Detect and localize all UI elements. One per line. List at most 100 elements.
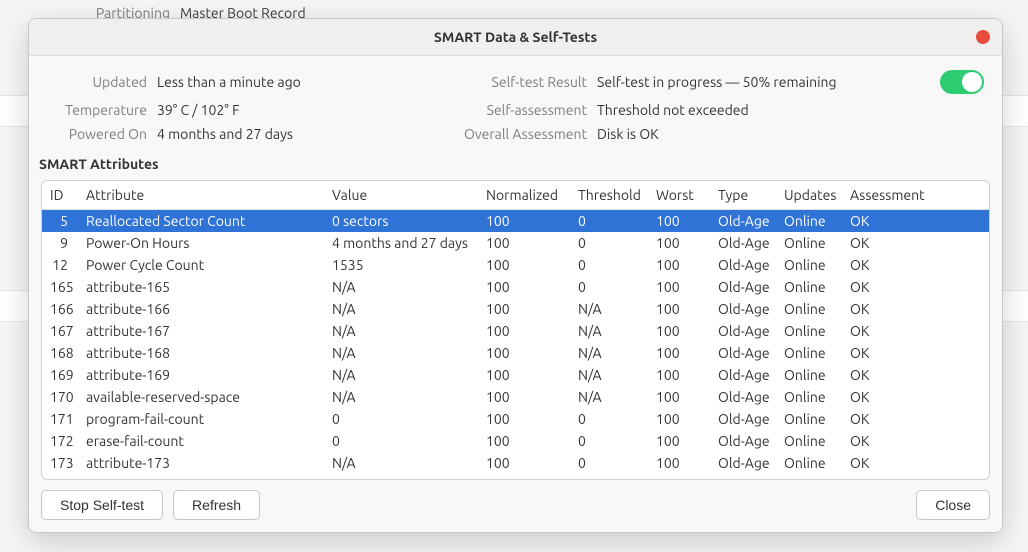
table-row[interactable]: 173attribute-173N/A1000100Old-AgeOnlineO… [42, 452, 989, 474]
cell-worst: 100 [648, 452, 710, 474]
cell-attribute: attribute-167 [78, 320, 324, 342]
cell-type: Old-Age [710, 298, 776, 320]
cell-assessment: OK [842, 232, 989, 254]
cell-attribute: Reallocated Sector Count [78, 210, 324, 233]
cell-worst: 100 [648, 298, 710, 320]
cell-id: 168 [42, 342, 78, 364]
cell-updates: Online [776, 342, 842, 364]
col-updates[interactable]: Updates [776, 181, 842, 210]
cell-attribute: attribute-168 [78, 342, 324, 364]
cell-assessment: OK [842, 210, 989, 233]
cell-attribute: Power Cycle Count [78, 254, 324, 276]
table-row[interactable]: 5Reallocated Sector Count0 sectors100010… [42, 210, 989, 233]
cell-updates: Online [776, 386, 842, 408]
cell-value: N/A [324, 320, 478, 342]
overall-assessment-label: Overall Assessment [447, 126, 587, 142]
cell-value: 4 months and 27 days [324, 232, 478, 254]
col-worst[interactable]: Worst [648, 181, 710, 210]
self-test-result-label: Self-test Result [447, 74, 587, 90]
cell-assessment: OK [842, 386, 989, 408]
cell-normalized: 100 [478, 320, 570, 342]
cell-updates: Online [776, 254, 842, 276]
info-grid: Updated Less than a minute ago Self-test… [29, 56, 1002, 150]
cell-value: N/A [324, 342, 478, 364]
cell-id: 172 [42, 430, 78, 452]
cell-normalized: 100 [478, 342, 570, 364]
cell-updates: Online [776, 430, 842, 452]
cell-worst: 100 [648, 342, 710, 364]
cell-threshold: N/A [570, 320, 648, 342]
cell-attribute: attribute-173 [78, 452, 324, 474]
table-row[interactable]: 9Power-On Hours4 months and 27 days10001… [42, 232, 989, 254]
cell-type: Old-Age [710, 210, 776, 233]
close-button[interactable]: Close [916, 490, 990, 520]
table-row[interactable]: 167attribute-167N/A100N/A100Old-AgeOnlin… [42, 320, 989, 342]
attributes-table-scroll[interactable]: ID Attribute Value Normalized Threshold … [42, 181, 989, 479]
table-row[interactable]: 170available-reserved-spaceN/A100N/A100O… [42, 386, 989, 408]
col-normalized[interactable]: Normalized [478, 181, 570, 210]
cell-normalized: 100 [478, 232, 570, 254]
cell-threshold: N/A [570, 298, 648, 320]
stop-self-test-button[interactable]: Stop Self-test [41, 490, 163, 520]
cell-threshold: 0 [570, 232, 648, 254]
cell-assessment: OK [842, 364, 989, 386]
col-attribute[interactable]: Attribute [78, 181, 324, 210]
cell-worst: 100 [648, 408, 710, 430]
cell-id: 12 [42, 254, 78, 276]
table-row[interactable]: 12Power Cycle Count15351000100Old-AgeOnl… [42, 254, 989, 276]
col-id[interactable]: ID [42, 181, 78, 210]
cell-updates: Online [776, 210, 842, 233]
cell-updates: Online [776, 298, 842, 320]
cell-value: N/A [324, 452, 478, 474]
cell-attribute: attribute-169 [78, 364, 324, 386]
cell-assessment: OK [842, 430, 989, 452]
cell-worst: 100 [648, 276, 710, 298]
dialog-footer: Stop Self-test Refresh Close [29, 480, 1002, 532]
powered-on-label: Powered On [47, 126, 147, 142]
cell-assessment: OK [842, 276, 989, 298]
titlebar: SMART Data & Self-Tests [29, 19, 1002, 56]
table-row[interactable]: 165attribute-165N/A1000100Old-AgeOnlineO… [42, 276, 989, 298]
attributes-header-row: ID Attribute Value Normalized Threshold … [42, 181, 989, 210]
cell-assessment: OK [842, 320, 989, 342]
attributes-table-wrap: ID Attribute Value Normalized Threshold … [41, 180, 990, 480]
cell-normalized: 100 [478, 408, 570, 430]
updated-label: Updated [47, 74, 147, 90]
cell-normalized: 100 [478, 298, 570, 320]
cell-threshold: 0 [570, 430, 648, 452]
cell-worst: 100 [648, 254, 710, 276]
col-threshold[interactable]: Threshold [570, 181, 648, 210]
cell-value: 0 [324, 430, 478, 452]
cell-threshold: 0 [570, 276, 648, 298]
smart-dialog: SMART Data & Self-Tests Updated Less tha… [28, 18, 1003, 533]
cell-worst: 100 [648, 430, 710, 452]
cell-updates: Online [776, 408, 842, 430]
col-type[interactable]: Type [710, 181, 776, 210]
cell-threshold: 0 [570, 452, 648, 474]
cell-assessment: OK [842, 452, 989, 474]
close-icon[interactable] [976, 30, 990, 44]
cell-normalized: 100 [478, 276, 570, 298]
cell-attribute: erase-fail-count [78, 430, 324, 452]
table-row[interactable]: 169attribute-169N/A100N/A100Old-AgeOnlin… [42, 364, 989, 386]
cell-threshold: N/A [570, 364, 648, 386]
smart-toggle[interactable] [940, 70, 984, 94]
cell-value: N/A [324, 298, 478, 320]
cell-id: 170 [42, 386, 78, 408]
cell-value: 1535 [324, 254, 478, 276]
cell-updates: Online [776, 232, 842, 254]
overall-assessment-value: Disk is OK [597, 126, 904, 142]
cell-type: Old-Age [710, 342, 776, 364]
table-row[interactable]: 166attribute-166N/A100N/A100Old-AgeOnlin… [42, 298, 989, 320]
cell-assessment: OK [842, 298, 989, 320]
cell-threshold: N/A [570, 342, 648, 364]
col-assessment[interactable]: Assessment [842, 181, 989, 210]
table-row[interactable]: 172erase-fail-count01000100Old-AgeOnline… [42, 430, 989, 452]
table-row[interactable]: 171program-fail-count01000100Old-AgeOnli… [42, 408, 989, 430]
table-row[interactable]: 168attribute-168N/A100N/A100Old-AgeOnlin… [42, 342, 989, 364]
cell-id: 167 [42, 320, 78, 342]
refresh-button[interactable]: Refresh [173, 490, 260, 520]
cell-assessment: OK [842, 342, 989, 364]
updated-value: Less than a minute ago [157, 74, 437, 90]
col-value[interactable]: Value [324, 181, 478, 210]
